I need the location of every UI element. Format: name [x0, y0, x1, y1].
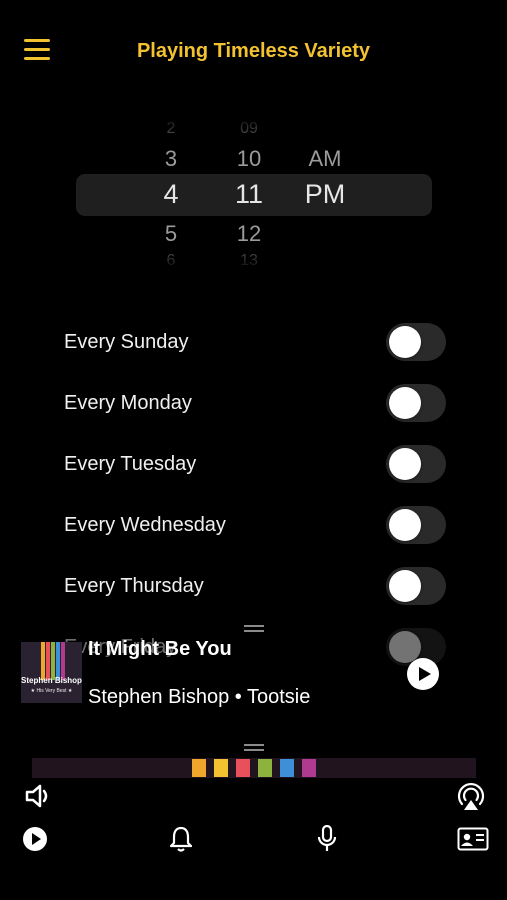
minute-selected[interactable]: 11 [219, 179, 279, 210]
period-option[interactable]: AM [295, 146, 355, 172]
thursday-toggle[interactable] [386, 567, 446, 605]
repeat-row-tuesday: Every Tuesday [64, 445, 454, 485]
play-icon [419, 667, 431, 681]
hour-wheel[interactable]: 2 3 4 5 6 [141, 118, 201, 270]
song-title: It Might Be You [88, 638, 232, 660]
spectrum-bar [32, 758, 476, 778]
song-artist: Stephen Bishop • Tootsie [88, 686, 311, 708]
microphone-icon[interactable] [316, 824, 338, 858]
period-selected[interactable]: PM [295, 179, 355, 210]
spectrum-segment [214, 759, 228, 777]
hour-option[interactable]: 2 [141, 120, 201, 138]
repeat-label: Every Monday [64, 392, 192, 414]
mini-play-button[interactable] [407, 658, 439, 690]
album-art-title: Stephen Bishop [21, 676, 82, 685]
album-art[interactable]: Stephen Bishop ★ His Very Best ★ [21, 642, 82, 703]
page-title: Playing Timeless Variety [136, 40, 371, 62]
minute-option[interactable]: 09 [219, 120, 279, 138]
contact-card-icon[interactable] [457, 827, 489, 856]
toggle-knob [389, 509, 421, 541]
airplay-icon[interactable] [455, 780, 487, 817]
bell-icon[interactable] [169, 825, 193, 858]
minute-option[interactable]: 13 [219, 252, 279, 270]
hour-option[interactable]: 6 [141, 252, 201, 270]
spectrum-segment [258, 759, 272, 777]
hour-selected[interactable]: 4 [141, 179, 201, 210]
spectrum-segment [236, 759, 250, 777]
repeat-row-monday: Every Monday [64, 384, 454, 424]
repeat-row-wednesday: Every Wednesday [64, 506, 454, 546]
spectrum-segment [192, 759, 206, 777]
play-circle-icon[interactable] [22, 826, 48, 857]
spectrum-segment [280, 759, 294, 777]
repeat-row-sunday: Every Sunday [64, 323, 454, 363]
tuesday-toggle[interactable] [386, 445, 446, 483]
minute-option[interactable]: 12 [219, 221, 279, 247]
period-wheel[interactable]: AM PM [295, 118, 355, 268]
drag-handle[interactable] [244, 625, 264, 632]
toggle-knob [389, 387, 421, 419]
hour-option[interactable]: 5 [141, 221, 201, 247]
repeat-label: Every Sunday [64, 331, 189, 353]
sunday-toggle[interactable] [386, 323, 446, 361]
drag-handle[interactable] [244, 744, 264, 751]
minute-wheel[interactable]: 09 10 11 12 13 [219, 118, 279, 270]
repeat-label: Every Wednesday [64, 514, 226, 536]
repeat-label: Every Tuesday [64, 453, 197, 475]
minute-option[interactable]: 10 [219, 146, 279, 172]
speaker-icon[interactable] [24, 782, 54, 815]
toggle-knob [389, 570, 421, 602]
monday-toggle[interactable] [386, 384, 446, 422]
toggle-knob [389, 448, 421, 480]
wednesday-toggle[interactable] [386, 506, 446, 544]
album-art-subtitle: ★ His Very Best ★ [30, 688, 73, 694]
toggle-knob [389, 326, 421, 358]
spectrum-segment [302, 759, 316, 777]
hour-option[interactable]: 3 [141, 146, 201, 172]
repeat-label: Every Thursday [64, 575, 204, 597]
repeat-row-thursday: Every Thursday [64, 567, 454, 607]
